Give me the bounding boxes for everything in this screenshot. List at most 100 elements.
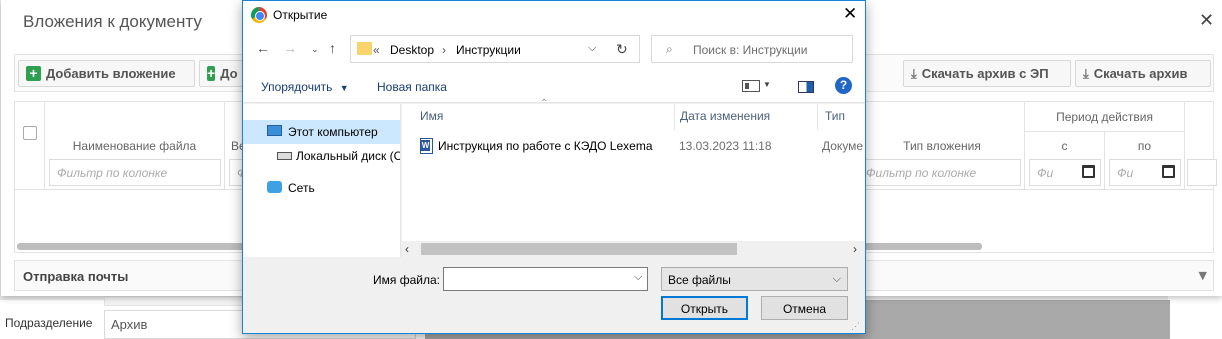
file-list-pane: ⌃ Имя Дата изменения Тип Инструкция по р… xyxy=(402,98,865,257)
select-all-column xyxy=(15,102,45,190)
file-type: Докуме xyxy=(822,139,864,153)
caret-down-icon[interactable]: ▼ xyxy=(763,80,771,89)
resize-grip-icon[interactable]: ⋰ xyxy=(851,321,860,332)
column-attachment-type-title: Тип вложения xyxy=(903,139,981,153)
computer-icon xyxy=(267,125,282,136)
chevron-down-icon[interactable]: ⌵ xyxy=(588,42,596,55)
chevron-right-icon[interactable]: › xyxy=(853,242,857,256)
up-arrow-icon[interactable]: ↑ xyxy=(329,40,336,56)
nav-item-this-pc[interactable]: Этот компьютер xyxy=(243,120,400,144)
chevron-down-icon: ⌵ xyxy=(832,273,841,285)
column-file-name: Наименование файла Фильтр по колонке xyxy=(45,102,225,190)
download-archive-ep-label: Скачать архив с ЭП xyxy=(921,66,1049,81)
add-second-label: До xyxy=(220,66,238,81)
download-archive-label: Скачать архив xyxy=(1093,66,1188,81)
nav-item-label: Этот компьютер xyxy=(288,125,378,139)
dialog-title: Вложения к документу xyxy=(23,12,202,31)
column-extra xyxy=(1185,102,1217,190)
plus-icon: + xyxy=(26,66,41,81)
date-to-placeholder: Фи xyxy=(1117,166,1134,180)
chevron-left-icon[interactable]: ‹ xyxy=(405,242,409,256)
refresh-icon[interactable]: ↻ xyxy=(616,41,628,58)
department-label: Подразделение xyxy=(5,316,93,330)
chevron-down-icon[interactable]: ⌵ xyxy=(634,271,642,284)
file-modified: 13.03.2023 11:18 xyxy=(679,139,772,153)
file-name-label: Имя файла: xyxy=(373,273,440,287)
file-name-input[interactable] xyxy=(443,267,648,291)
nav-item-network[interactable]: Сеть xyxy=(243,176,400,200)
search-icon: ⌕ xyxy=(666,42,673,56)
chrome-icon xyxy=(251,7,267,23)
column-file-name-title: Наименование файла xyxy=(72,139,197,153)
download-archive-button[interactable]: ⤓ Скачать архив xyxy=(1075,60,1211,87)
download-icon: ⤓ xyxy=(1083,65,1089,81)
word-document-icon xyxy=(420,138,433,154)
open-dialog-title: Открытие xyxy=(273,8,328,22)
add-second-button[interactable]: + До xyxy=(199,60,245,87)
add-attachment-button[interactable]: + Добавить вложение xyxy=(18,60,195,87)
command-bar: Упорядочить ▼ Новая папка ▼ ? xyxy=(243,69,865,103)
date-from-placeholder: Фи xyxy=(1037,166,1054,180)
file-type-value: Все файлы xyxy=(668,273,731,287)
add-attachment-label: Добавить вложение xyxy=(46,66,176,81)
new-folder-button[interactable]: Новая папка xyxy=(377,80,447,94)
search-box[interactable]: ⌕ Поиск в: Инструкции xyxy=(651,35,853,63)
calendar-icon[interactable] xyxy=(1162,165,1175,178)
calendar-icon[interactable] xyxy=(1082,165,1095,178)
column-type[interactable]: Тип xyxy=(818,104,865,130)
preview-pane-icon[interactable] xyxy=(798,81,814,93)
date-to-filter[interactable]: Фи xyxy=(1109,159,1181,186)
file-name: Инструкция по работе с КЭДО Lexema xyxy=(438,139,653,153)
chevron-down-icon[interactable]: ▼ xyxy=(1199,269,1207,282)
navigation-pane: Этот компьютер Локальный диск (С Сеть xyxy=(243,104,401,257)
column-from: с Фи xyxy=(1025,132,1105,190)
file-type-select[interactable]: Все файлы ⌵ xyxy=(661,267,848,291)
close-icon[interactable]: ✕ xyxy=(843,4,857,24)
column-attachment-type: Тип вложения Фильтр по колонке xyxy=(858,102,1025,190)
address-bar[interactable]: « Desktop › Инструкции ⌵ ↻ xyxy=(350,35,640,63)
breadcrumb-instructions[interactable]: Инструкции xyxy=(456,43,521,57)
network-icon xyxy=(267,181,282,193)
breadcrumb-desktop[interactable]: Desktop xyxy=(390,43,434,57)
column-name[interactable]: ⌃ Имя xyxy=(402,98,675,130)
select-all-checkbox[interactable] xyxy=(23,126,37,140)
column-to-title: по xyxy=(1137,139,1152,153)
nav-item-label: Локальный диск (С xyxy=(296,149,400,163)
nav-item-local-disk[interactable]: Локальный диск (С xyxy=(243,144,400,168)
column-name-label: Имя xyxy=(420,109,444,123)
dialog-titlebar: Открытие ✕ xyxy=(243,1,865,29)
search-placeholder: Поиск в: Инструкции xyxy=(693,43,808,57)
organize-label: Упорядочить xyxy=(261,80,333,94)
file-row[interactable]: Инструкция по работе с КЭДО Lexema 13.03… xyxy=(416,138,865,158)
download-archive-ep-button[interactable]: ⤓ Скачать архив с ЭП xyxy=(903,60,1071,87)
scrollbar-thumb[interactable] xyxy=(421,243,737,255)
extra-filter[interactable] xyxy=(1187,159,1217,186)
column-from-title: с xyxy=(1061,139,1068,153)
close-icon[interactable]: ✕ xyxy=(1199,10,1214,31)
attachment-type-filter[interactable]: Фильтр по колонке xyxy=(858,159,1021,186)
background-panel xyxy=(1168,295,1222,339)
date-from-filter[interactable]: Фи xyxy=(1029,159,1101,186)
column-to: по Фи xyxy=(1105,132,1185,190)
open-file-dialog: Открытие ✕ ← → ⌄ ↑ « Desktop › Инструкци… xyxy=(242,0,866,334)
file-name-filter[interactable]: Фильтр по колонке xyxy=(49,159,221,186)
drive-icon xyxy=(277,152,292,160)
recent-locations-icon[interactable]: ⌄ xyxy=(311,44,319,55)
column-modified[interactable]: Дата изменения xyxy=(675,104,818,130)
address-overflow[interactable]: « xyxy=(373,43,380,57)
view-options-icon[interactable] xyxy=(742,80,760,92)
column-validity-period: Период действия xyxy=(1025,102,1185,132)
caret-down-icon: ▼ xyxy=(339,83,349,93)
nav-item-label: Сеть xyxy=(288,181,315,195)
back-arrow-icon[interactable]: ← xyxy=(256,40,270,56)
download-icon: ⤓ xyxy=(911,65,917,81)
open-button[interactable]: Открыть xyxy=(661,296,748,320)
column-validity-period-title: Период действия xyxy=(1056,110,1153,124)
forward-arrow-icon[interactable]: → xyxy=(283,40,297,56)
organize-button[interactable]: Упорядочить ▼ xyxy=(261,80,349,94)
help-icon[interactable]: ? xyxy=(835,77,852,94)
file-list-horizontal-scrollbar[interactable]: ‹ › xyxy=(402,241,865,257)
sort-up-icon: ⌃ xyxy=(540,98,549,109)
breadcrumb-separator: › xyxy=(442,43,446,57)
cancel-button[interactable]: Отмена xyxy=(761,296,848,320)
